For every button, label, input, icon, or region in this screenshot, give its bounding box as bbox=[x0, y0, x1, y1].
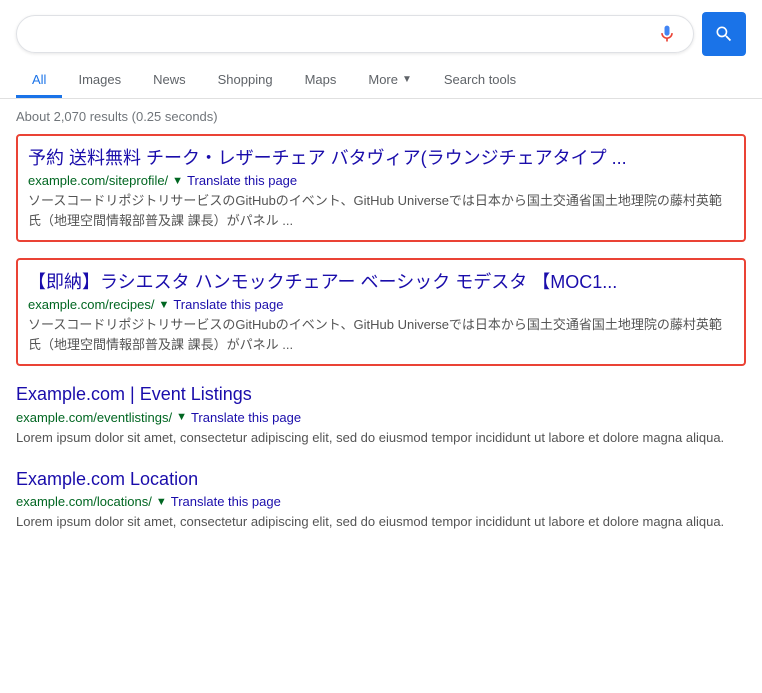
result-snippet-1: ソースコードリポジトリサービスのGitHubのイベント、GitHub Unive… bbox=[28, 191, 734, 230]
result-arrow-3: ▼ bbox=[176, 411, 187, 423]
result-arrow-1: ▼ bbox=[172, 175, 183, 187]
result-arrow-4: ▼ bbox=[156, 496, 167, 508]
result-translate-4[interactable]: Translate this page bbox=[171, 494, 281, 509]
result-title-2[interactable]: 【即納】ラシエスタ ハンモックチェアー ベーシック モデスタ 【MOC1... bbox=[28, 270, 734, 295]
result-item-1: 予約 送料無料 チーク・レザーチェア バタヴィア(ラウンジチェアタイプ ... … bbox=[16, 134, 746, 242]
tab-more[interactable]: More ▼ bbox=[352, 64, 428, 98]
result-item-2: 【即納】ラシエスタ ハンモックチェアー ベーシック モデスタ 【MOC1... … bbox=[16, 258, 746, 366]
tab-search-tools[interactable]: Search tools bbox=[428, 64, 532, 98]
result-url-row-1: example.com/siteprofile/ ▼ Translate thi… bbox=[28, 173, 734, 188]
result-translate-1[interactable]: Translate this page bbox=[187, 173, 297, 188]
search-bar: site:example.com/ bbox=[16, 15, 694, 53]
results-container: 予約 送料無料 チーク・レザーチェア バタヴィア(ラウンジチェアタイプ ... … bbox=[0, 134, 762, 532]
more-dropdown-arrow: ▼ bbox=[402, 74, 412, 85]
search-input[interactable]: site:example.com/ bbox=[33, 25, 649, 43]
result-url-2: example.com/recipes/ bbox=[28, 297, 154, 312]
search-bar-container: site:example.com/ bbox=[0, 0, 762, 56]
mic-icon[interactable] bbox=[657, 24, 677, 44]
tab-news[interactable]: News bbox=[137, 64, 202, 98]
result-url-row-3: example.com/eventlistings/ ▼ Translate t… bbox=[16, 410, 746, 425]
tab-maps[interactable]: Maps bbox=[289, 64, 353, 98]
result-item-4: Example.com Location example.com/locatio… bbox=[16, 467, 746, 532]
tab-images[interactable]: Images bbox=[62, 64, 137, 98]
result-url-row-4: example.com/locations/ ▼ Translate this … bbox=[16, 494, 746, 509]
result-url-1: example.com/siteprofile/ bbox=[28, 173, 168, 188]
results-count: About 2,070 results (0.25 seconds) bbox=[0, 99, 762, 134]
tab-all[interactable]: All bbox=[16, 64, 62, 98]
result-arrow-2: ▼ bbox=[158, 299, 169, 311]
result-snippet-3: Lorem ipsum dolor sit amet, consectetur … bbox=[16, 428, 746, 448]
result-title-1[interactable]: 予約 送料無料 チーク・レザーチェア バタヴィア(ラウンジチェアタイプ ... bbox=[28, 146, 734, 171]
result-snippet-2: ソースコードリポジトリサービスのGitHubのイベント、GitHub Unive… bbox=[28, 315, 734, 354]
result-snippet-4: Lorem ipsum dolor sit amet, consectetur … bbox=[16, 512, 746, 532]
nav-tabs: All Images News Shopping Maps More ▼ Sea… bbox=[0, 56, 762, 99]
result-title-3[interactable]: Example.com | Event Listings bbox=[16, 382, 746, 407]
search-button[interactable] bbox=[702, 12, 746, 56]
result-translate-3[interactable]: Translate this page bbox=[191, 410, 301, 425]
result-translate-2[interactable]: Translate this page bbox=[173, 297, 283, 312]
result-title-4[interactable]: Example.com Location bbox=[16, 467, 746, 492]
result-item-3: Example.com | Event Listings example.com… bbox=[16, 382, 746, 447]
result-url-3: example.com/eventlistings/ bbox=[16, 410, 172, 425]
result-url-row-2: example.com/recipes/ ▼ Translate this pa… bbox=[28, 297, 734, 312]
result-url-4: example.com/locations/ bbox=[16, 494, 152, 509]
tab-shopping[interactable]: Shopping bbox=[202, 64, 289, 98]
